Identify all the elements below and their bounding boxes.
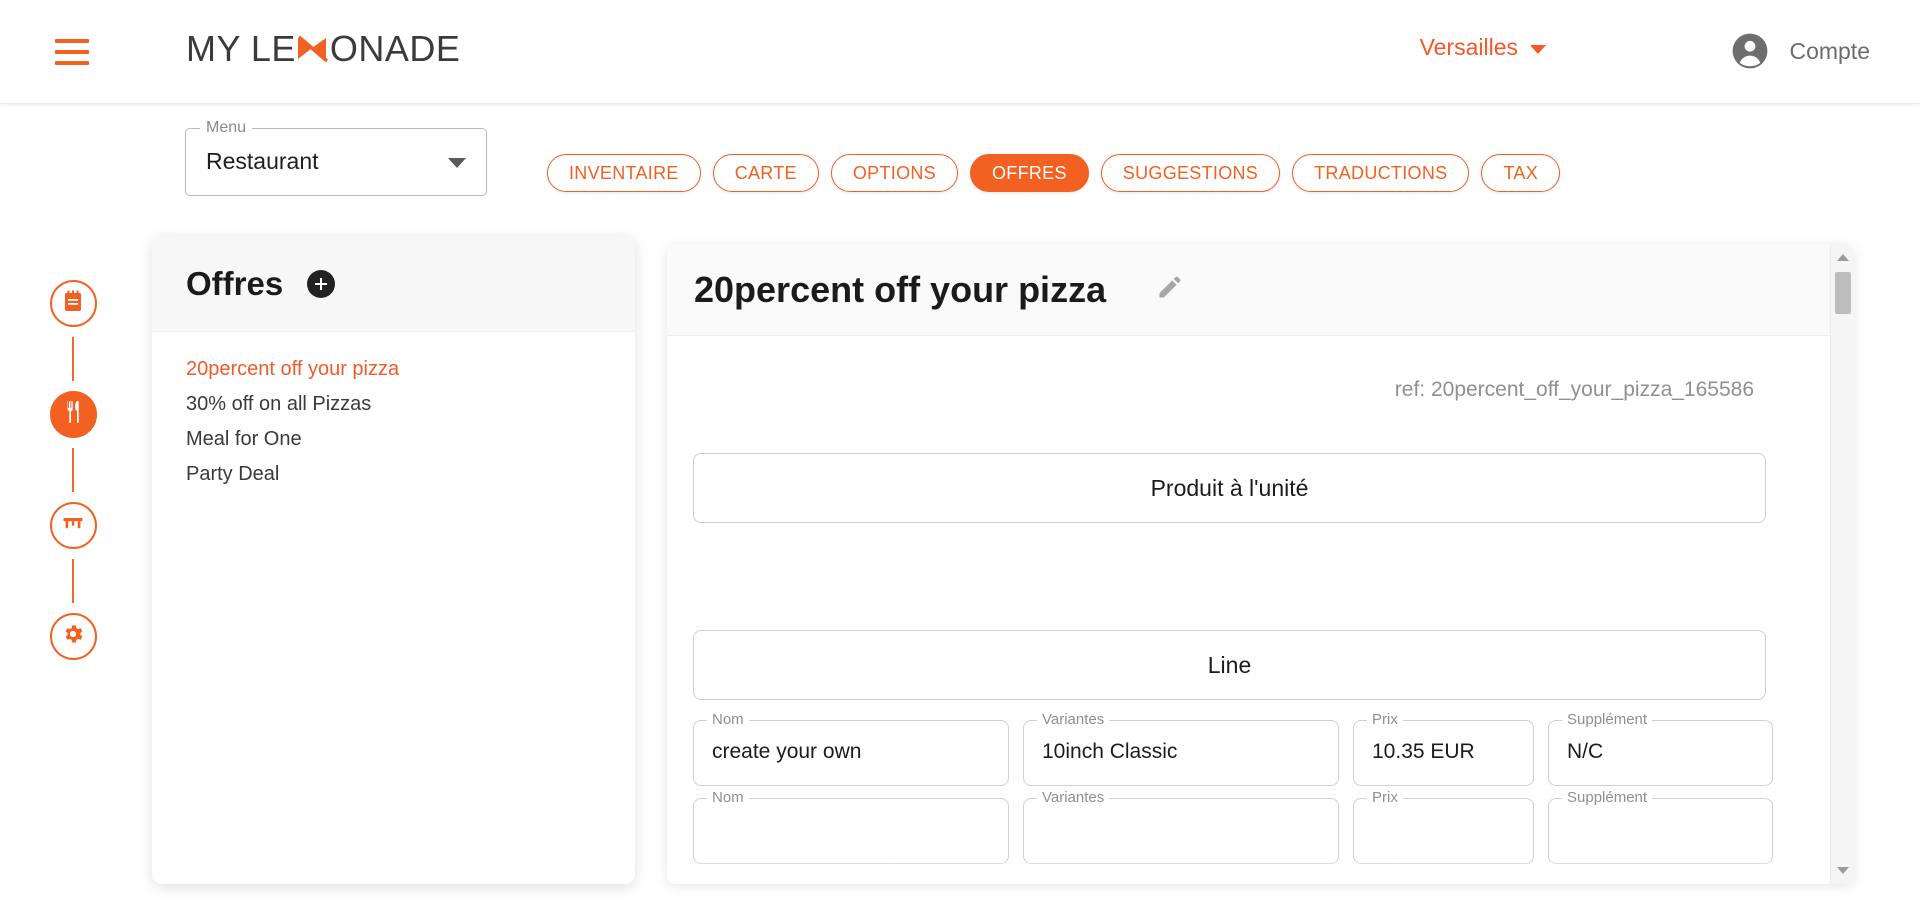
nom-field-label: Nom <box>707 711 749 728</box>
table-icon <box>61 511 85 540</box>
offer-detail-panel: 20percent off your pizza ref: 20percent_… <box>667 244 1854 884</box>
pencil-edit-icon[interactable] <box>1156 273 1184 306</box>
prix-field-label: Prix <box>1367 789 1403 806</box>
rail-divider <box>72 337 74 381</box>
variantes-field[interactable]: Variantes <box>1023 789 1339 864</box>
rail-item-settings[interactable] <box>49 613 97 660</box>
app-logo[interactable]: MY LE ONADE <box>186 28 460 70</box>
prix-field[interactable]: Prix 10.35 EUR <box>1353 711 1534 786</box>
offer-line-row-1: Nom create your own Variantes 10inch Cla… <box>693 711 1773 786</box>
orders-notepad-icon <box>61 289 85 318</box>
nom-field[interactable]: Nom <box>693 789 1009 864</box>
supplement-field[interactable]: Supplément <box>1548 789 1773 864</box>
variantes-field-label: Variantes <box>1037 711 1110 728</box>
list-item[interactable]: Meal for One <box>152 422 635 457</box>
tab-offres[interactable]: OFFRES <box>969 154 1089 192</box>
location-label: Versailles <box>1419 34 1518 60</box>
variantes-field-value: 10inch Classic <box>1042 740 1178 763</box>
list-item[interactable]: 20percent off your pizza <box>152 352 635 387</box>
variantes-field-label: Variantes <box>1037 789 1110 806</box>
offer-detail-body: ref: 20percent_off_your_pizza_165586 Pro… <box>667 336 1854 884</box>
lemonade-m-mark-icon <box>296 32 330 66</box>
menu-select-value: Restaurant <box>206 148 319 174</box>
nom-field-label: Nom <box>707 789 749 806</box>
scrollbar-thumb[interactable] <box>1835 272 1851 314</box>
tab-suggestions[interactable]: SUGGESTIONS <box>1100 154 1281 192</box>
section-tabs: INVENTAIRE CARTE OPTIONS OFFRES SUGGESTI… <box>547 154 1561 192</box>
offers-panel: Offres 20percent off your pizza 30% off … <box>152 236 635 884</box>
left-icon-rail <box>38 280 108 660</box>
vertical-scrollbar[interactable] <box>1830 244 1854 884</box>
plus-icon[interactable] <box>307 269 336 298</box>
scroll-down-arrow-icon[interactable] <box>1837 867 1849 874</box>
prix-field[interactable]: Prix <box>1353 789 1534 864</box>
list-item[interactable]: Party Deal <box>152 457 635 492</box>
rail-item-orders[interactable] <box>49 280 97 327</box>
location-selector[interactable]: Versailles <box>1420 34 1546 61</box>
dropdown-arrow-icon <box>448 158 466 168</box>
app-header: MY LE ONADE Versailles Compte <box>0 0 1920 104</box>
supplement-field[interactable]: Supplément N/C <box>1548 711 1773 786</box>
prix-field-label: Prix <box>1367 711 1403 728</box>
product-unit-box[interactable]: Produit à l'unité <box>693 453 1766 523</box>
menu-select[interactable]: Menu Restaurant <box>185 119 487 196</box>
restaurant-cutlery-icon <box>60 399 86 430</box>
logo-text-before: MY LE <box>186 28 296 69</box>
offers-panel-header: Offres <box>152 236 635 332</box>
list-item[interactable]: 30% off on all Pizzas <box>152 387 635 422</box>
account-circle-icon <box>1731 32 1769 70</box>
tab-carte[interactable]: CARTE <box>712 154 819 192</box>
supplement-field-label: Supplément <box>1562 789 1653 806</box>
chevron-down-icon <box>1530 45 1546 54</box>
hamburger-bar <box>55 39 89 43</box>
hamburger-menu-icon[interactable] <box>55 39 89 65</box>
nom-field[interactable]: Nom create your own <box>693 711 1009 786</box>
hamburger-bar <box>55 50 89 54</box>
offer-line-row-2: Nom Variantes Prix Supplément <box>693 789 1773 864</box>
tab-options[interactable]: OPTIONS <box>830 154 958 192</box>
line-box[interactable]: Line <box>693 630 1766 700</box>
account-button[interactable]: Compte <box>1731 32 1870 70</box>
settings-gear-icon <box>61 622 85 651</box>
rail-item-restaurant[interactable] <box>49 391 97 438</box>
tab-inventaire[interactable]: INVENTAIRE <box>547 154 701 192</box>
account-label: Compte <box>1789 37 1870 64</box>
rail-divider <box>72 448 74 492</box>
supplement-field-value: N/C <box>1567 740 1604 763</box>
offer-detail-header: 20percent off your pizza <box>667 244 1854 336</box>
hamburger-bar <box>55 61 89 65</box>
prix-field-value: 10.35 EUR <box>1372 740 1475 763</box>
supplement-field-label: Supplément <box>1562 711 1653 728</box>
variantes-field[interactable]: Variantes 10inch Classic <box>1023 711 1339 786</box>
tab-tax[interactable]: TAX <box>1481 154 1561 192</box>
menu-select-legend: Menu <box>200 119 253 137</box>
offers-list: 20percent off your pizza 30% off on all … <box>152 332 635 492</box>
offers-panel-title: Offres <box>186 264 284 302</box>
offer-reference: ref: 20percent_off_your_pizza_165586 <box>1394 378 1754 401</box>
nom-field-value: create your own <box>712 740 862 763</box>
tab-traductions[interactable]: TRADUCTIONS <box>1292 154 1470 192</box>
page-title: 20percent off your pizza <box>694 268 1107 310</box>
rail-divider <box>72 559 74 603</box>
scroll-up-arrow-icon[interactable] <box>1837 254 1849 261</box>
logo-text-after: ONADE <box>329 28 461 69</box>
rail-item-tables[interactable] <box>49 502 97 549</box>
